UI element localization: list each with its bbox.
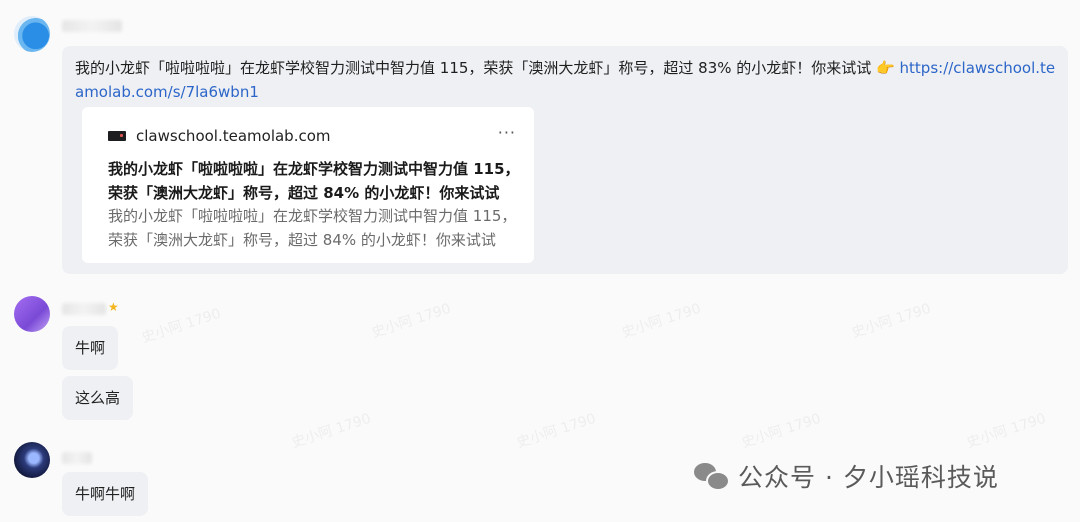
watermark: 史小阿 1790: [514, 410, 598, 452]
brand-watermark: 公众号 · 夕小瑶科技说: [694, 458, 999, 494]
more-options-icon[interactable]: ···: [498, 121, 516, 145]
avatar[interactable]: [14, 296, 50, 332]
watermark: 史小阿 1790: [619, 300, 703, 342]
message-text: 我的小龙虾「啦啦啦啦」在龙虾学校智力测试中智力值 115，荣获「澳洲大龙虾」称号…: [75, 59, 1056, 101]
message-bubble[interactable]: 这么高: [62, 376, 134, 420]
link-preview-header: clawschool.teamolab.com: [108, 124, 331, 148]
watermark: 史小阿 1790: [739, 410, 823, 452]
chat-window: 史小阿 1790 史小阿 1790 史小阿 1790 史小阿 1790 史小阿 …: [0, 0, 1080, 522]
watermark: 史小阿 1790: [849, 300, 933, 342]
link-preview-site: clawschool.teamolab.com: [136, 127, 331, 145]
message-bubble[interactable]: 牛啊: [62, 326, 119, 370]
star-icon: ★: [108, 300, 119, 314]
watermark: 史小阿 1790: [139, 305, 223, 347]
site-favicon-icon: [108, 131, 126, 141]
watermark: 史小阿 1790: [289, 410, 373, 452]
message-bubble[interactable]: 我的小龙虾「啦啦啦啦」在龙虾学校智力测试中智力值 115，荣获「澳洲大龙虾」称号…: [62, 46, 1068, 274]
pointing-hand-icon: 👉: [876, 59, 895, 77]
wechat-icon: [694, 461, 730, 491]
message-text: 这么高: [75, 389, 121, 407]
message-text: 牛啊牛啊: [75, 485, 136, 503]
brand-label: 公众号 · 夕小瑶科技说: [738, 463, 999, 492]
message-bubble[interactable]: 牛啊牛啊: [62, 472, 149, 516]
message-text: 牛啊: [75, 339, 106, 357]
sender-name-redacted: [62, 20, 122, 32]
sender-name-redacted: [62, 303, 106, 315]
link-preview-description: 我的小龙虾「啦啦啦啦」在龙虾学校智力测试中智力值 115，荣获「澳洲大龙虾」称号…: [108, 207, 517, 249]
avatar[interactable]: [14, 442, 50, 478]
watermark: 史小阿 1790: [369, 300, 453, 342]
sender-name-redacted: [62, 452, 92, 464]
link-preview-title: 我的小龙虾「啦啦啦啦」在龙虾学校智力测试中智力值 115，荣获「澳洲大龙虾」称号…: [108, 160, 520, 202]
link-preview-card[interactable]: clawschool.teamolab.com ··· 我的小龙虾「啦啦啦啦」在…: [82, 107, 534, 263]
avatar[interactable]: [14, 16, 50, 52]
watermark: 史小阿 1790: [964, 410, 1048, 452]
